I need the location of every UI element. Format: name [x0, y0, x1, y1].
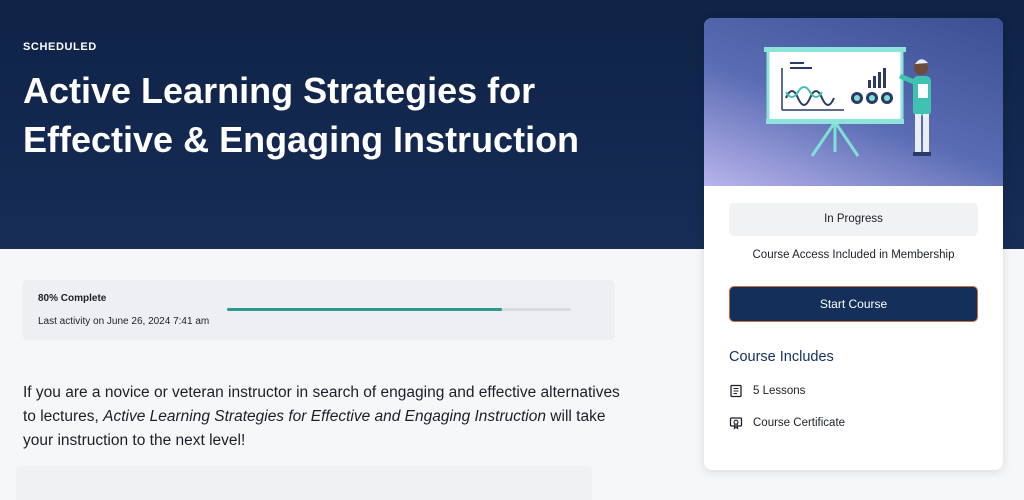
- description-course-name: Active Learning Strategies for Effective…: [103, 408, 546, 425]
- content-placeholder: [16, 466, 592, 500]
- include-item-certificate: Course Certificate: [729, 414, 845, 432]
- course-sidebar-card: In Progress Course Access Included in Me…: [704, 18, 1003, 470]
- progress-card: 80% Complete Last activity on June 26, 2…: [22, 280, 615, 340]
- course-banner-illustration: [704, 18, 1003, 186]
- progress-percent: 80% Complete: [38, 293, 107, 304]
- certificate-icon: [729, 417, 743, 430]
- book-icon: [730, 384, 742, 398]
- start-course-button[interactable]: Start Course: [729, 286, 978, 322]
- course-includes-heading: Course Includes: [729, 349, 834, 365]
- course-access-note: Course Access Included in Membership: [752, 249, 955, 261]
- include-item-label: 5 Lessons: [753, 385, 806, 397]
- presenter-illustration: [764, 47, 931, 157]
- course-status-badge: In Progress: [729, 203, 978, 236]
- progress-bar: [227, 308, 571, 311]
- course-title: Active Learning Strategies for Effective…: [23, 70, 580, 160]
- course-status-label: SCHEDULED: [23, 41, 97, 53]
- include-item-lessons: 5 Lessons: [729, 382, 805, 400]
- last-activity: Last activity on June 26, 2024 7:41 am: [38, 316, 210, 327]
- include-item-label: Course Certificate: [753, 417, 846, 429]
- course-description: If you are a novice or veteran instructo…: [23, 381, 623, 453]
- progress-bar-fill: [227, 308, 503, 311]
